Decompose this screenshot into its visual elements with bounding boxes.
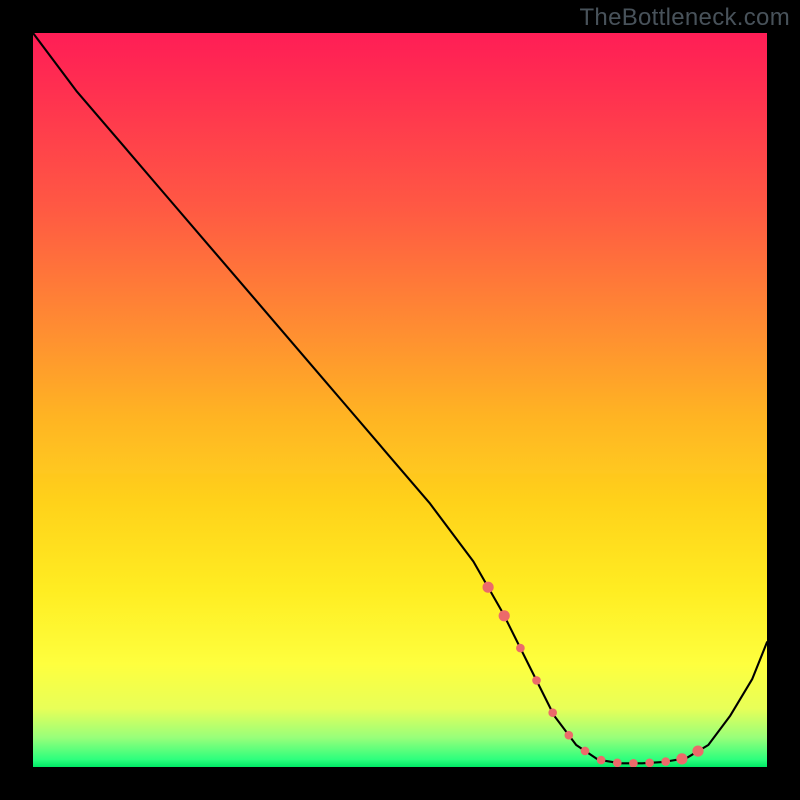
watermark-text: TheBottleneck.com [579, 4, 790, 32]
chart-container: { "watermark": "TheBottleneck.com", "cha… [0, 0, 800, 800]
curve-dot-markers [33, 33, 767, 767]
